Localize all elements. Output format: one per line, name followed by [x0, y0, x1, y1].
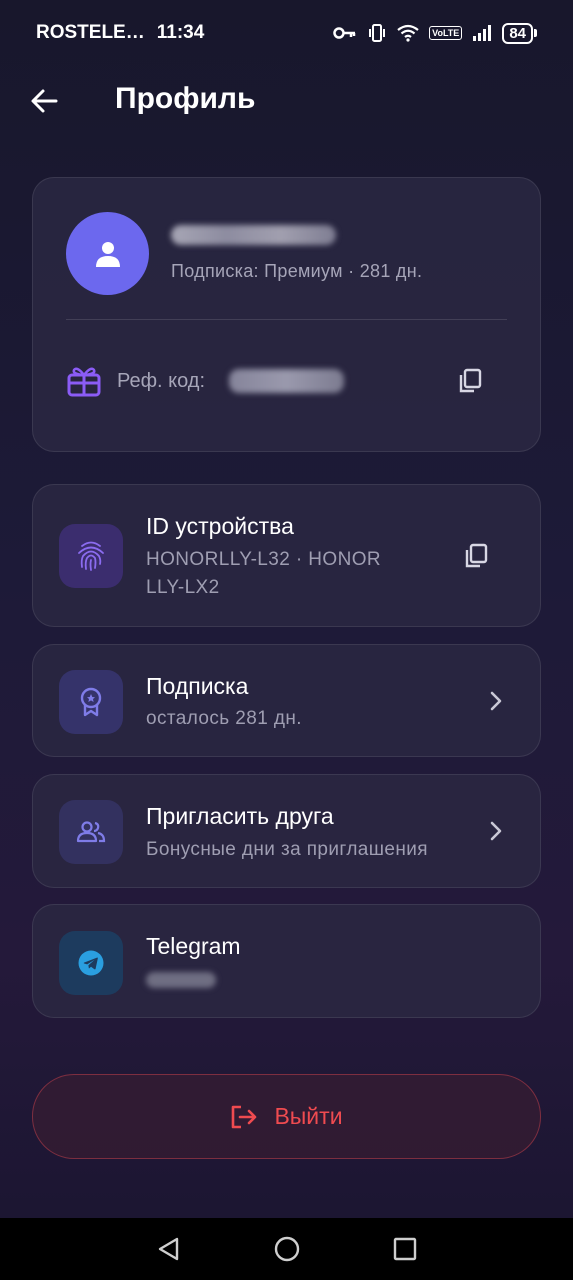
logout-label: Выйти — [274, 1103, 343, 1129]
back-arrow-icon[interactable] — [28, 84, 62, 118]
battery-icon: 84 — [502, 22, 537, 44]
signal-icon — [473, 25, 492, 41]
battery-level: 84 — [502, 22, 533, 44]
telegram-card[interactable]: Telegram — [32, 904, 541, 1018]
chevron-right-icon — [490, 821, 502, 841]
telegram-icon-box — [59, 931, 123, 995]
key-icon — [333, 27, 356, 39]
subscription-remaining: осталось 281 дн. — [146, 708, 302, 729]
navigation-bar — [0, 1218, 573, 1280]
divider — [66, 319, 507, 320]
nav-back-icon[interactable] — [156, 1236, 182, 1262]
invite-friend-card[interactable]: Пригласить друга Бонусные дни за приглаш… — [32, 774, 541, 888]
device-id-value: HONORLLY-L32 · HONOR LLY-LX2 — [146, 549, 382, 598]
copy-device-id-icon[interactable] — [463, 543, 489, 569]
device-id-title: ID устройства — [146, 513, 294, 539]
fingerprint-icon — [78, 541, 104, 571]
device-id-card: ID устройства HONORLLY-L32 · HONOR LLY-L… — [32, 484, 541, 627]
nav-recents-icon[interactable] — [393, 1237, 417, 1261]
carrier-name: ROSTELE… — [36, 22, 145, 43]
invite-icon-box — [59, 800, 123, 864]
profile-card: Подписка: Премиум · 281 дн. Реф. код: — [32, 177, 541, 452]
chevron-right-icon — [490, 691, 502, 711]
badge-icon — [80, 687, 102, 717]
logout-icon — [232, 1105, 257, 1128]
telegram-icon — [78, 950, 104, 976]
gift-icon — [67, 367, 101, 397]
vibrate-icon — [369, 24, 386, 42]
volte-badge: VoLTE — [429, 26, 463, 40]
telegram-title: Telegram — [146, 933, 241, 959]
copy-icon[interactable] — [457, 368, 483, 394]
invite-subtitle: Бонусные дни за приглашения — [146, 839, 428, 860]
ref-code-redacted — [229, 369, 344, 393]
invite-title: Пригласить друга — [146, 803, 334, 829]
user-name-redacted — [171, 225, 336, 245]
status-bar: ROSTELE… 11:34 VoLTE 84 — [0, 0, 573, 66]
header: Профиль — [0, 70, 573, 132]
subscription-info: Подписка: Премиум · 281 дн. — [171, 261, 423, 281]
logout-button[interactable]: Выйти — [32, 1074, 541, 1159]
subscription-card[interactable]: Подписка осталось 281 дн. — [32, 644, 541, 757]
subscription-title: Подписка — [146, 673, 249, 699]
device-icon-box — [59, 524, 123, 588]
people-icon — [76, 821, 106, 843]
status-icons: VoLTE 84 — [333, 22, 537, 44]
status-time: 11:34 — [156, 22, 205, 43]
telegram-handle-redacted — [146, 972, 216, 988]
ref-code-label: Реф. код: — [117, 370, 206, 392]
user-icon — [95, 241, 120, 267]
page-title: Профиль — [115, 82, 256, 115]
nav-home-icon[interactable] — [273, 1235, 301, 1263]
subscription-icon-box — [59, 670, 123, 734]
wifi-icon — [397, 24, 419, 42]
avatar — [66, 212, 149, 295]
